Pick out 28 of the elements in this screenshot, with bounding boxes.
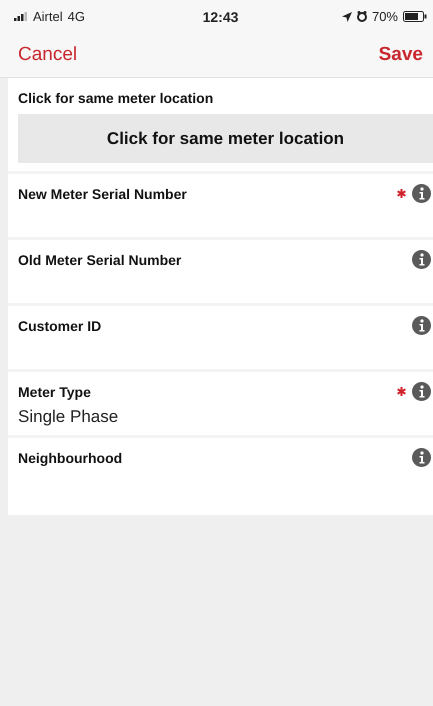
field-label: Old Meter Serial Number xyxy=(18,252,182,268)
battery-icon xyxy=(403,11,427,22)
carrier-name: Airtel xyxy=(33,9,63,24)
location-arrow-icon xyxy=(342,12,352,22)
form-field[interactable]: Customer ID xyxy=(8,306,433,372)
field-label: Customer ID xyxy=(18,318,102,334)
form-field[interactable]: Old Meter Serial Number xyxy=(8,240,433,306)
same-location-button[interactable]: Click for same meter location xyxy=(18,114,433,163)
info-icon[interactable] xyxy=(412,316,431,335)
info-icon[interactable] xyxy=(412,184,431,203)
field-label: New Meter Serial Number xyxy=(18,186,187,202)
info-icon[interactable] xyxy=(412,250,431,269)
field-value: Single Phase xyxy=(18,407,120,427)
network-type: 4G xyxy=(68,9,85,24)
alarm-clock-icon xyxy=(356,11,367,22)
save-button[interactable]: Save xyxy=(378,44,423,66)
form-field[interactable]: Meter Type Single Phase xyxy=(8,372,433,438)
section-label: Click for same meter location xyxy=(18,90,214,106)
info-icon[interactable] xyxy=(412,448,431,467)
field-label: Meter Type xyxy=(18,384,91,400)
field-label: Neighbourhood xyxy=(18,450,122,466)
battery-percent: 70% xyxy=(372,9,398,24)
info-icon[interactable] xyxy=(412,382,431,401)
cancel-button[interactable]: Cancel xyxy=(18,44,78,66)
form-field[interactable]: New Meter Serial Number xyxy=(8,174,433,240)
form-field[interactable]: Neighbourhood xyxy=(8,438,433,501)
clock-time: 12:43 xyxy=(202,8,238,24)
signal-icon xyxy=(14,12,28,21)
